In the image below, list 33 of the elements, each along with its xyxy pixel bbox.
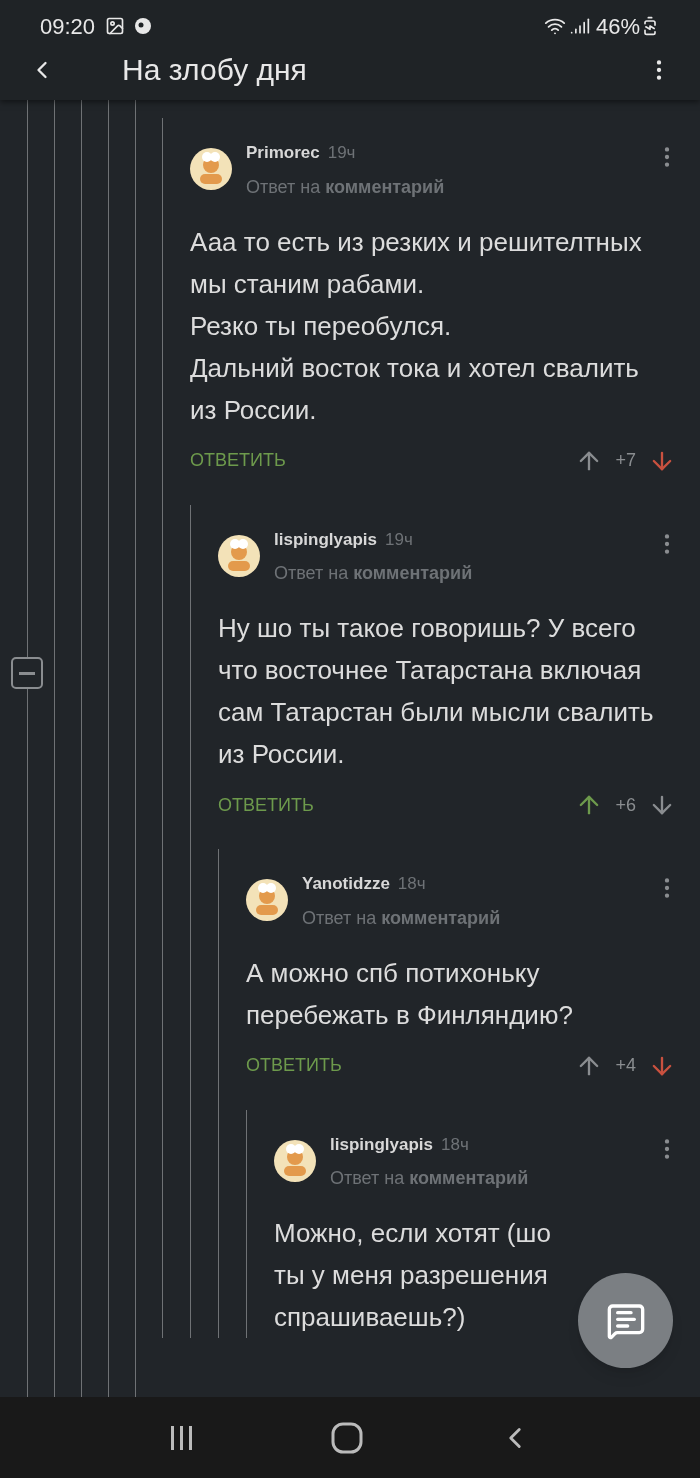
reply-to-link[interactable]: Ответ на комментарий: [302, 904, 654, 932]
comment-text: Дальний восток тока и хотел свалить из России.: [190, 351, 640, 427]
disc-icon: [133, 16, 154, 36]
author-name[interactable]: Yanotidzze: [302, 871, 390, 897]
comment-text: Можно, если хотят (шо ты у меня разрешения спрашиваешь?): [274, 1217, 552, 1334]
author-name[interactable]: Primorec: [246, 140, 320, 166]
comment-text: Ну шо ты такое говоришь? У всего что восточнее Татарстана включая сам Татарстан были мысли свалить из России.: [218, 612, 655, 771]
author-name[interactable]: lispinglyapis: [330, 1131, 433, 1157]
reply-button[interactable]: ОТВЕТИТЬ: [246, 1052, 342, 1079]
reply-to-link[interactable]: Ответ на комментарий: [330, 1165, 654, 1192]
minus-icon: [19, 671, 35, 675]
rating: +7: [615, 449, 636, 472]
reply-button[interactable]: ОТВЕТИТЬ: [218, 791, 314, 819]
comment-text: Ааа то есть из резких и решителтных мы станим рабами.: [190, 225, 643, 301]
reply-to-link[interactable]: Ответ на комментарий: [274, 560, 654, 587]
comment-time: 19ч: [327, 142, 356, 164]
page-title: На злобу дня: [122, 52, 307, 88]
comment-time: 18ч: [397, 873, 426, 895]
status-time: 09:20: [40, 12, 96, 41]
signal-icon: [569, 16, 590, 36]
image-icon: [105, 16, 126, 36]
collapse-button[interactable]: [11, 657, 43, 689]
comment-text: Резко ты переобулся.: [190, 309, 453, 343]
author-name[interactable]: lispinglyapis: [274, 526, 377, 552]
comment-time: 18ч: [441, 1133, 469, 1156]
rating: +6: [615, 793, 636, 817]
comment-time: 19ч: [385, 528, 413, 551]
battery-level: 46%: [595, 12, 640, 41]
home-icon[interactable]: [331, 1421, 363, 1454]
reply-button[interactable]: ОТВЕТИТЬ: [190, 447, 286, 474]
rating: +4: [615, 1054, 636, 1077]
reply-to-link[interactable]: Ответ на комментарий: [246, 173, 654, 201]
comment-text: А можно спб потихоньку перебежать в Финляндию?: [246, 956, 574, 1032]
